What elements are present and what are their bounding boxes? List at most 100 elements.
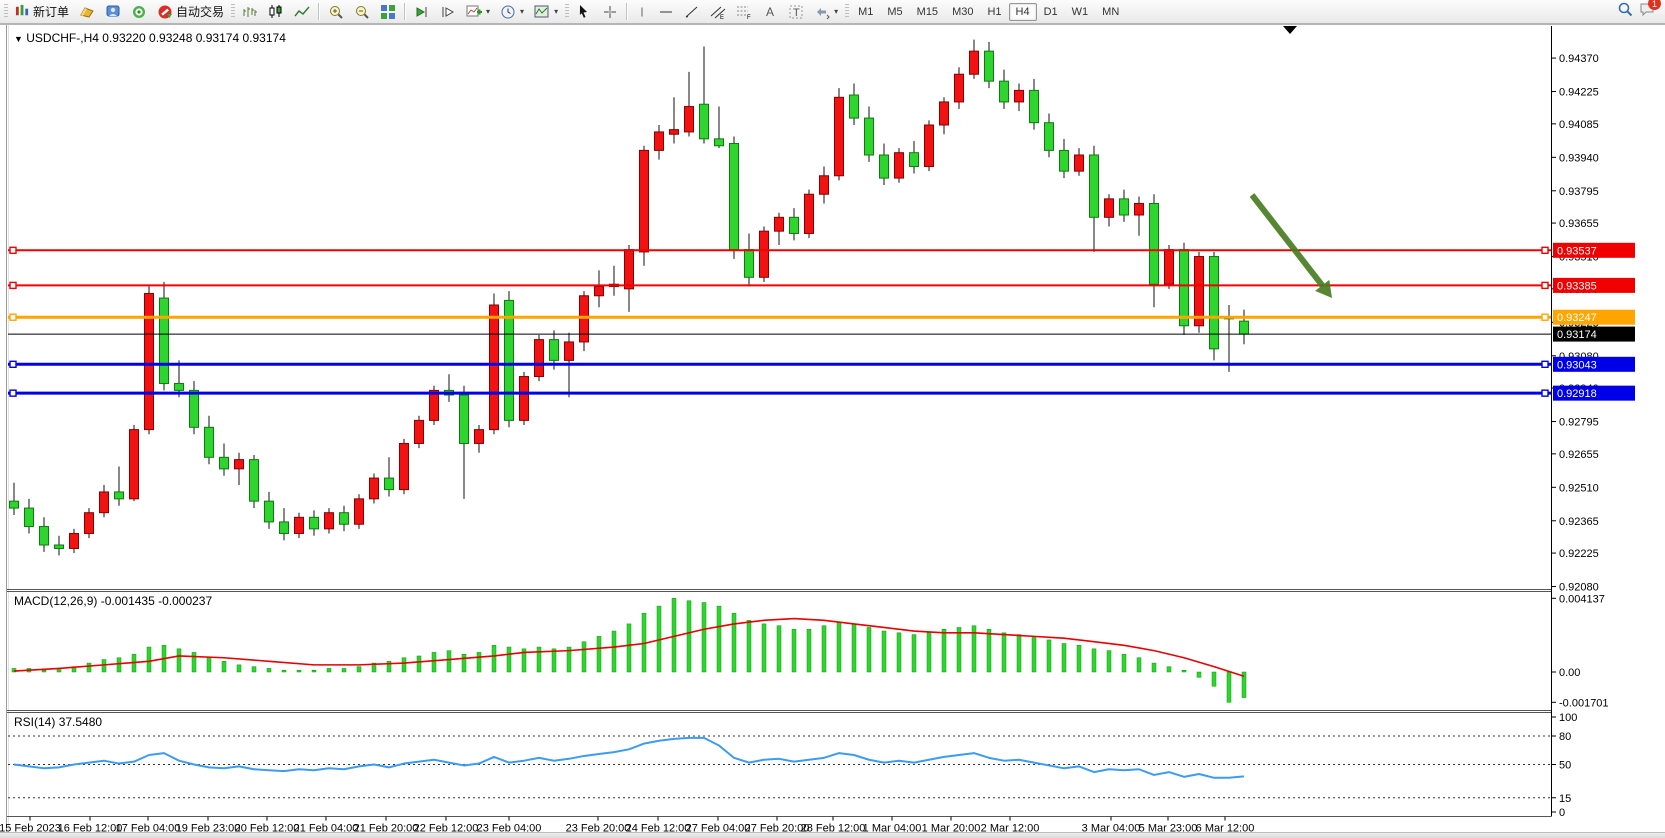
svg-text:0.94225: 0.94225 bbox=[1559, 87, 1599, 99]
chart-window: 0.943700.942250.940850.939400.937950.936… bbox=[0, 24, 1665, 832]
autotrading-label: 自动交易 bbox=[176, 3, 224, 20]
line-chart-icon[interactable] bbox=[289, 1, 315, 23]
signals-icon[interactable] bbox=[126, 1, 152, 23]
ohlc-close: 0.93174 bbox=[242, 31, 285, 45]
svg-text:0.93174: 0.93174 bbox=[1557, 329, 1597, 341]
new-order-label: 新订单 bbox=[33, 3, 69, 20]
timeframe-group: M1M5M15M30H1H4D1W1MN bbox=[851, 3, 1126, 21]
autotrading-icon bbox=[157, 4, 173, 20]
svg-text:0.92510: 0.92510 bbox=[1559, 482, 1599, 494]
svg-text:2 Mar 12:00: 2 Mar 12:00 bbox=[981, 823, 1040, 833]
svg-text:6 Mar 12:00: 6 Mar 12:00 bbox=[1196, 823, 1255, 833]
toolbar-drag-handle[interactable] bbox=[565, 4, 569, 19]
cursor-icon[interactable] bbox=[571, 1, 597, 23]
svg-text:17 Feb 04:00: 17 Feb 04:00 bbox=[116, 823, 181, 833]
svg-text:0.92080: 0.92080 bbox=[1559, 582, 1599, 594]
timeframe-m5[interactable]: M5 bbox=[880, 3, 909, 21]
status-strip bbox=[0, 832, 1665, 838]
community-icon[interactable] bbox=[100, 1, 126, 23]
new-order-button[interactable]: 新订单 bbox=[10, 1, 74, 23]
zoom-out-icon[interactable] bbox=[349, 1, 375, 23]
svg-text:0.92795: 0.92795 bbox=[1559, 417, 1599, 429]
svg-text:0.92918: 0.92918 bbox=[1557, 388, 1597, 400]
auto-scroll-icon[interactable] bbox=[409, 1, 435, 23]
autotrading-button[interactable]: 自动交易 bbox=[152, 1, 229, 23]
chat-icon[interactable]: 1 bbox=[1639, 1, 1655, 22]
horizontal-line-icon[interactable] bbox=[653, 1, 679, 23]
timeframe-m1[interactable]: M1 bbox=[851, 3, 880, 21]
text-a-icon[interactable]: A bbox=[757, 1, 783, 23]
svg-text:19 Feb 23:00: 19 Feb 23:00 bbox=[176, 823, 241, 833]
svg-text:0.92225: 0.92225 bbox=[1559, 548, 1599, 560]
search-icon[interactable] bbox=[1617, 1, 1633, 22]
rsi-label: RSI(14) 37.5480 bbox=[14, 715, 102, 729]
svg-text:1 Mar 04:00: 1 Mar 04:00 bbox=[863, 823, 922, 833]
svg-text:-0.001701: -0.001701 bbox=[1559, 697, 1609, 709]
ohlc-open: 0.93220 bbox=[102, 31, 145, 45]
equidistant-channel-icon[interactable]: E bbox=[705, 1, 731, 23]
chart-template-icon[interactable]: ▾ bbox=[529, 1, 563, 23]
svg-text:16 Feb 12:00: 16 Feb 12:00 bbox=[58, 823, 123, 833]
toolbar-drag-handle[interactable] bbox=[845, 4, 849, 19]
symbol-period-label: USDCHF-,H4 bbox=[26, 31, 99, 45]
timeframe-h4[interactable]: H4 bbox=[1009, 3, 1037, 21]
svg-text:0.93537: 0.93537 bbox=[1557, 245, 1597, 257]
ohlc-low: 0.93174 bbox=[196, 31, 239, 45]
svg-text:0.93940: 0.93940 bbox=[1559, 152, 1599, 164]
text-label-icon[interactable]: T bbox=[783, 1, 809, 23]
gold-bar-icon[interactable] bbox=[74, 1, 100, 23]
svg-text:0.92365: 0.92365 bbox=[1559, 516, 1599, 528]
timeframe-mn[interactable]: MN bbox=[1095, 3, 1126, 21]
macd-label: MACD(12,26,9) -0.001435 -0.000237 bbox=[14, 594, 212, 608]
svg-text:100: 100 bbox=[1559, 712, 1577, 724]
svg-text:T: T bbox=[793, 7, 800, 19]
timeframe-d1[interactable]: D1 bbox=[1037, 3, 1065, 21]
svg-text:20 Feb 12:00: 20 Feb 12:00 bbox=[235, 823, 300, 833]
svg-text:0: 0 bbox=[1559, 807, 1565, 819]
svg-text:0.93247: 0.93247 bbox=[1557, 312, 1597, 324]
svg-text:1 Mar 20:00: 1 Mar 20:00 bbox=[922, 823, 981, 833]
chart-shift-icon[interactable] bbox=[435, 1, 461, 23]
fibonacci-icon[interactable]: F bbox=[731, 1, 757, 23]
timeframe-m30[interactable]: M30 bbox=[945, 3, 980, 21]
svg-text:28 Feb 12:00: 28 Feb 12:00 bbox=[801, 823, 866, 833]
svg-text:0.93655: 0.93655 bbox=[1559, 218, 1599, 230]
zoom-in-icon[interactable] bbox=[323, 1, 349, 23]
svg-text:80: 80 bbox=[1559, 731, 1571, 743]
new-order-icon bbox=[15, 4, 30, 19]
collapse-ohlc-icon[interactable]: ▼ bbox=[14, 34, 23, 44]
shapes-icon[interactable]: ▾ bbox=[809, 1, 843, 23]
svg-text:15 Feb 2023: 15 Feb 2023 bbox=[0, 823, 61, 833]
chart-canvas[interactable]: 0.943700.942250.940850.939400.937950.936… bbox=[0, 24, 1665, 832]
tile-windows-icon[interactable] bbox=[375, 1, 401, 23]
svg-text:24 Feb 12:00: 24 Feb 12:00 bbox=[626, 823, 691, 833]
trendline-icon[interactable] bbox=[679, 1, 705, 23]
svg-text:F: F bbox=[747, 15, 751, 20]
indicators-add-icon[interactable]: ▾ bbox=[461, 1, 495, 23]
timeframe-m15[interactable]: M15 bbox=[910, 3, 945, 21]
svg-text:15: 15 bbox=[1559, 793, 1571, 805]
toolbar: 新订单 自动交易 ▾ ▾ ▾ E F A T ▾ M bbox=[0, 0, 1665, 24]
toolbar-drag-handle[interactable] bbox=[4, 4, 8, 19]
svg-text:21 Feb 20:00: 21 Feb 20:00 bbox=[354, 823, 419, 833]
timeframe-w1[interactable]: W1 bbox=[1065, 3, 1096, 21]
ohlc-high: 0.93248 bbox=[149, 31, 192, 45]
svg-text:50: 50 bbox=[1559, 760, 1571, 772]
svg-text:22 Feb 12:00: 22 Feb 12:00 bbox=[414, 823, 479, 833]
bar-chart-icon[interactable] bbox=[237, 1, 263, 23]
timeframe-h1[interactable]: H1 bbox=[980, 3, 1008, 21]
svg-text:23 Feb 04:00: 23 Feb 04:00 bbox=[477, 823, 542, 833]
notification-badge: 1 bbox=[1648, 0, 1661, 10]
chart-title: ▼ USDCHF-,H4 0.93220 0.93248 0.93174 0.9… bbox=[14, 31, 286, 45]
toolbar-drag-handle[interactable] bbox=[231, 4, 235, 19]
vertical-line-icon[interactable] bbox=[631, 1, 653, 23]
periods-clock-icon[interactable]: ▾ bbox=[495, 1, 529, 23]
svg-text:5 Mar 23:00: 5 Mar 23:00 bbox=[1139, 823, 1198, 833]
svg-text:0.92655: 0.92655 bbox=[1559, 449, 1599, 461]
svg-text:0.93795: 0.93795 bbox=[1559, 186, 1599, 198]
svg-text:0.004137: 0.004137 bbox=[1559, 593, 1605, 605]
candlestick-chart-icon[interactable] bbox=[263, 1, 289, 23]
svg-text:23 Feb 20:00: 23 Feb 20:00 bbox=[566, 823, 631, 833]
crosshair-icon[interactable] bbox=[597, 1, 623, 23]
svg-text:27 Feb 04:00: 27 Feb 04:00 bbox=[686, 823, 751, 833]
